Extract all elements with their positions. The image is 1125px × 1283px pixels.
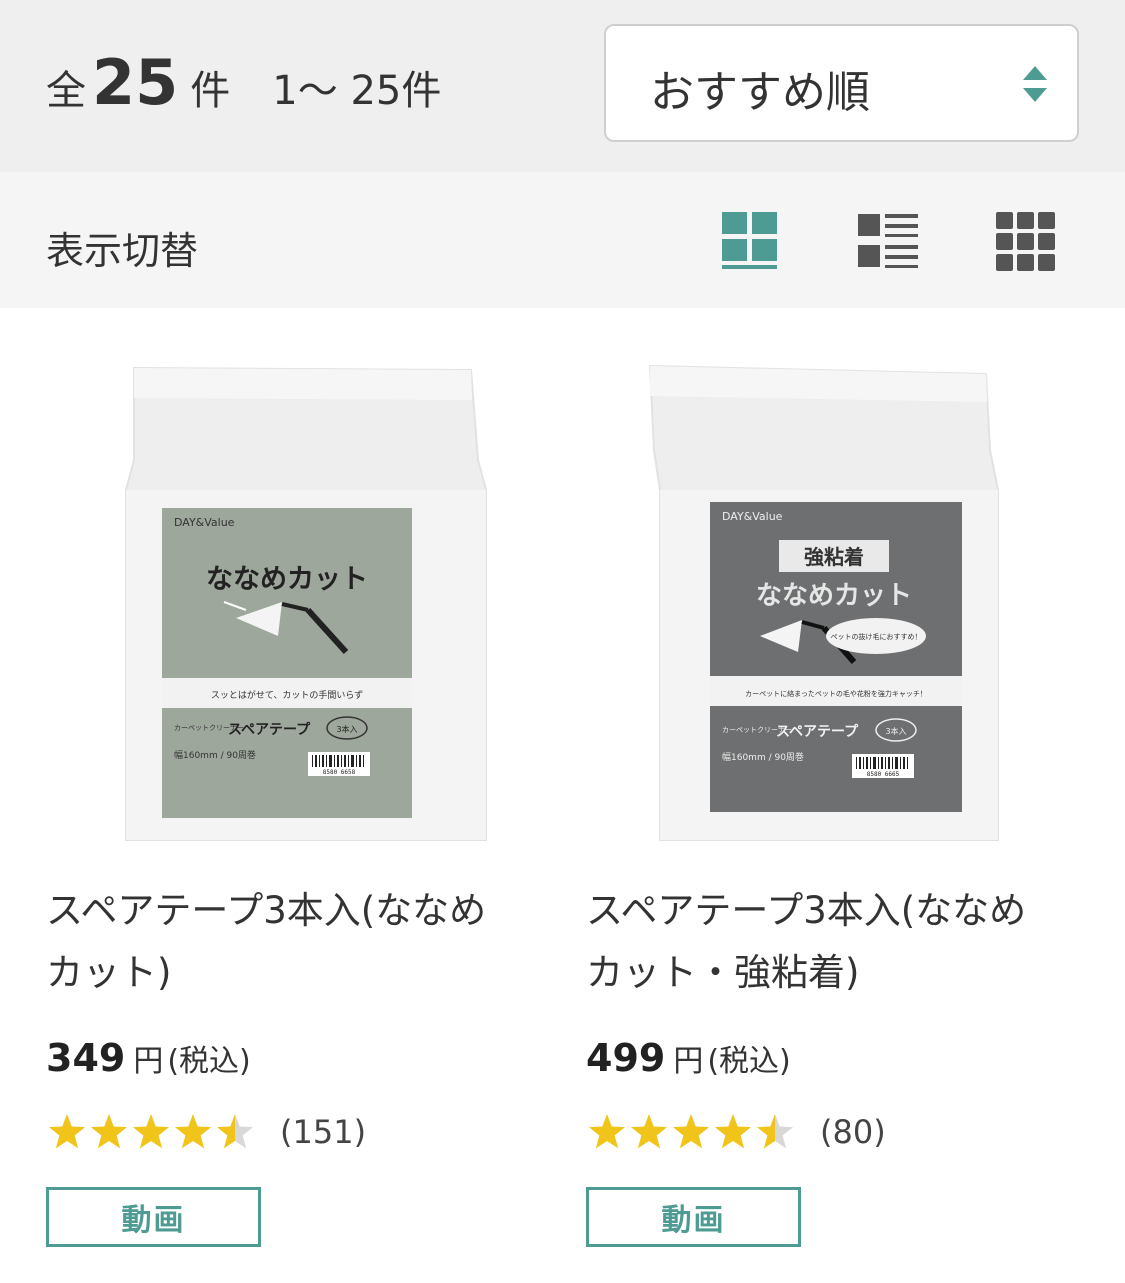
star-icon	[714, 1114, 752, 1149]
package-spec: 幅160mm / 90周巻	[722, 751, 804, 763]
product-image[interactable]: DAY&Value ななめカット スッとはがせて、カットの手間いらず カーペット…	[46, 340, 526, 860]
results-bar: 全 25 件 1～ 25件 おすすめ順	[0, 0, 1125, 172]
star-icon	[216, 1114, 254, 1149]
product-rating: (151)	[46, 1110, 366, 1154]
star-icon	[132, 1114, 170, 1149]
result-count-prefix: 全	[46, 68, 86, 114]
review-count: (80)	[820, 1113, 886, 1151]
video-button[interactable]: 動画	[46, 1187, 261, 1247]
result-count-suffix: 件	[190, 68, 231, 114]
star-icon	[174, 1114, 212, 1149]
product-name[interactable]: スペアテープ3本入(ななめカット・強粘着)	[586, 880, 1056, 1004]
barcode-icon	[856, 757, 908, 769]
product-name[interactable]: スペアテープ3本入(ななめカット)	[46, 880, 516, 1004]
sort-arrows-icon	[1023, 66, 1047, 102]
product-price: 499 円 (税込)	[586, 1036, 791, 1080]
rating-stars	[46, 1112, 256, 1152]
result-range: 1～ 25件	[272, 68, 442, 114]
sort-select[interactable]: おすすめ順	[604, 24, 1079, 142]
product-price: 349 円 (税込)	[46, 1036, 251, 1080]
view-grid-3col-button[interactable]	[996, 212, 1058, 272]
grid-2col-icon	[722, 212, 777, 269]
grid-3col-icon	[996, 212, 1055, 271]
price-amount: 349	[46, 1036, 126, 1080]
star-icon	[588, 1114, 626, 1149]
package-brand: DAY&Value	[722, 510, 783, 523]
price-currency: 円	[133, 1044, 164, 1079]
sort-selected-value: おすすめ順	[650, 67, 870, 118]
package-qty: 3本入	[885, 726, 906, 736]
package-badge: 強粘着	[804, 545, 864, 569]
view-switch-title: 表示切替	[46, 229, 199, 273]
view-switch-bar: 表示切替	[0, 172, 1125, 308]
package-tagline: カーペットに絡まったペットの毛や花粉を強力キャッチ！	[745, 689, 927, 698]
product-card[interactable]: DAY&Value 強粘着 ななめカット ペットの抜け毛におすすめ！ カーペット…	[586, 340, 1066, 1260]
star-icon	[630, 1114, 668, 1149]
product-card[interactable]: DAY&Value ななめカット スッとはがせて、カットの手間いらず カーペット…	[46, 340, 526, 1260]
star-icon	[756, 1114, 794, 1149]
video-button[interactable]: 動画	[586, 1187, 801, 1247]
review-count: (151)	[280, 1113, 367, 1151]
product-rating: (80)	[586, 1110, 886, 1154]
package-brand: DAY&Value	[174, 516, 235, 529]
package-spec: 幅160mm / 90周巻	[174, 749, 256, 761]
star-icon	[48, 1114, 86, 1149]
package-headline: ななめカット	[206, 564, 368, 595]
price-tax-note: (税込)	[167, 1044, 251, 1079]
price-currency: 円	[673, 1044, 704, 1079]
result-count-total: 25	[92, 46, 179, 119]
list-view-icon	[858, 214, 918, 268]
star-icon	[672, 1114, 710, 1149]
package-headline: ななめカット	[756, 581, 912, 611]
package-tagline: スッとはがせて、カットの手間いらず	[211, 689, 363, 701]
package-barcode-number: 8580 6665	[867, 771, 900, 778]
star-icon	[90, 1114, 128, 1149]
package-product: スペアテープ	[228, 722, 311, 738]
product-image[interactable]: DAY&Value 強粘着 ななめカット ペットの抜け毛におすすめ！ カーペット…	[586, 340, 1066, 860]
rating-stars	[586, 1112, 796, 1152]
price-tax-note: (税込)	[707, 1044, 791, 1079]
package-barcode-number: 8580 6658	[323, 769, 356, 776]
view-grid-2col-button[interactable]	[722, 212, 784, 272]
result-count: 全 25 件 1～ 25件	[46, 46, 442, 119]
barcode-icon	[312, 755, 364, 767]
package-qty: 3本入	[336, 724, 357, 734]
package-product: スペアテープ	[776, 724, 859, 740]
price-amount: 499	[586, 1036, 666, 1080]
package-bubble: ペットの抜け毛におすすめ！	[831, 632, 922, 641]
view-list-button[interactable]	[858, 212, 920, 272]
